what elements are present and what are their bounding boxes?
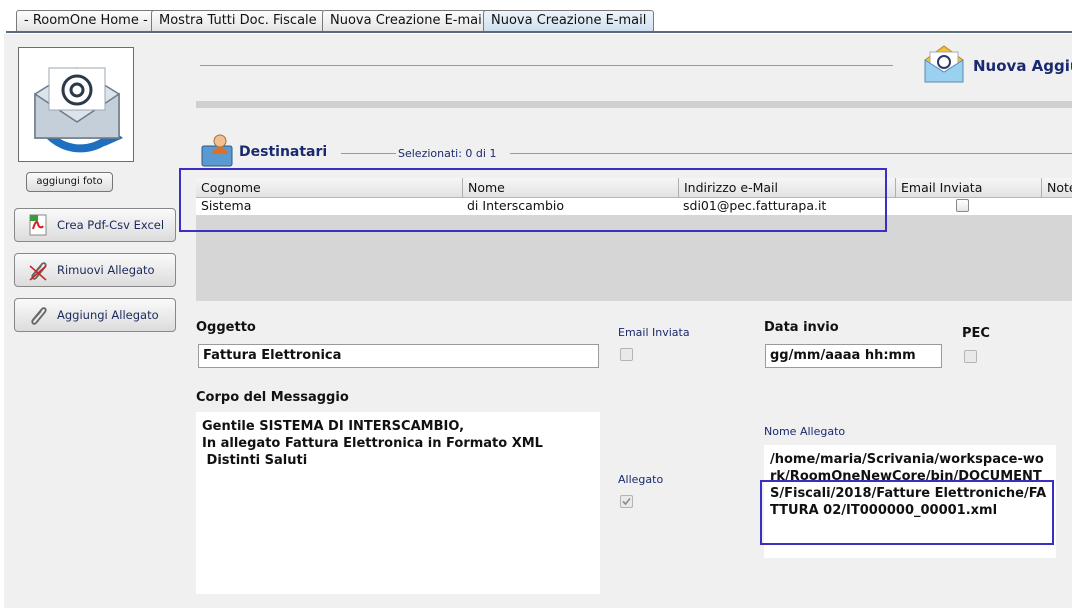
table-row[interactable]: Sistema di Interscambio sdi01@pec.fattur… [196,198,1072,215]
photo-frame [18,47,134,162]
header-divider [200,65,893,66]
attachment-label: Allegato [618,473,664,486]
column-header-email-inviata[interactable]: Email Inviata [895,178,1041,198]
pec-checkbox[interactable] [964,350,977,367]
paperclip-icon [23,303,53,327]
column-header-email[interactable]: Indirizzo e-Mail [678,178,895,198]
selected-count: Selezionati: 0 di 1 [398,147,497,160]
header-strip [196,101,1072,108]
cell-cognome: Sistema [201,198,252,213]
subject-input[interactable]: Fattura Elettronica [198,344,599,368]
email-editor: aggiungi foto Crea Pdf-Csv Excel Rimuovi… [4,34,1072,608]
tab-mostra-doc-fiscale[interactable]: Mostra Tutti Doc. Fiscale [151,10,325,31]
tab-nuova-email-2[interactable]: Nuova Creazione E-mail [483,10,655,31]
cell-nome: di Interscambio [467,198,564,213]
email-sent-form-checkbox[interactable] [620,348,633,365]
column-header-nome[interactable]: Nome [462,178,678,198]
remove-attachment-button[interactable]: Rimuovi Allegato [14,253,176,287]
recipients-title: Destinatari [239,144,328,160]
create-pdf-csv-button[interactable]: Crea Pdf-Csv Excel [14,208,176,242]
paperclip-remove-icon [23,258,53,282]
attachment-checkbox[interactable] [620,495,633,512]
cell-email: sdi01@pec.fatturapa.it [683,198,827,213]
tab-divider [6,31,1072,33]
column-header-cognome[interactable]: Cognome [196,178,462,198]
page-title: Nuova Aggiu [973,57,1072,75]
pdf-icon [23,214,53,236]
pec-label: PEC [962,326,990,341]
email-icon [34,67,123,153]
subject-label: Oggetto [196,320,256,335]
table-header: Cognome Nome Indirizzo e-Mail Email Invi… [196,178,1072,198]
recipients-table: Cognome Nome Indirizzo e-Mail Email Invi… [196,178,1072,301]
attachment-name-label: Nome Allegato [764,425,846,438]
new-email-icon [922,42,966,90]
add-attachment-label: Aggiungi Allegato [57,308,159,322]
send-date-label: Data invio [764,320,839,335]
tab-nuova-email-1[interactable]: Nuova Creazione E-mail [322,10,494,31]
recipients-divider [341,153,396,154]
add-photo-button[interactable]: aggiungi foto [26,172,113,192]
tab-roomone-home[interactable]: - RoomOne Home - [16,10,156,31]
email-sent-checkbox[interactable] [956,199,969,216]
email-sent-label: Email Inviata [618,326,690,339]
column-header-note[interactable]: Note [1041,178,1072,198]
create-pdf-csv-label: Crea Pdf-Csv Excel [57,218,165,232]
add-attachment-button[interactable]: Aggiungi Allegato [14,298,176,332]
recipients-divider-right [510,153,1072,154]
tab-bar: - RoomOne Home - Mostra Tutti Doc. Fisca… [0,0,1072,34]
remove-attachment-label: Rimuovi Allegato [57,263,155,277]
contacts-icon [200,132,236,172]
attachment-name-field[interactable]: /home/maria/Scrivania/workspace-work/Roo… [764,445,1056,558]
send-date-input[interactable]: gg/mm/aaaa hh:mm [765,344,942,368]
body-label: Corpo del Messaggio [196,390,349,405]
body-textarea[interactable]: Gentile SISTEMA DI INTERSCAMBIO, In alle… [196,412,600,594]
